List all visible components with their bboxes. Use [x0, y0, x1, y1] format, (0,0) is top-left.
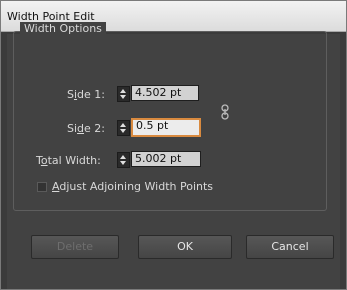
side1-label: Side 1: [67, 88, 105, 101]
side2-input[interactable]: 0.5 pt [131, 118, 201, 137]
stepper-down-icon[interactable] [120, 129, 126, 133]
total-width-stepper[interactable] [117, 152, 130, 168]
total-width-input[interactable]: 5.002 pt [131, 151, 201, 167]
side1-label-suffix: de 1: [77, 88, 105, 101]
side2-label-suffix: e 2: [84, 122, 105, 135]
stepper-down-icon[interactable] [120, 161, 126, 165]
total-width-label-suffix: tal Width: [47, 154, 101, 167]
side2-label-prefix: Si [67, 122, 78, 135]
width-point-edit-dialog: Width Point Edit Width Options Side 1: 4… [0, 0, 347, 290]
stepper-up-icon[interactable] [120, 123, 126, 127]
adjust-adjoining-checkbox[interactable] [37, 182, 47, 192]
link-chain-icon[interactable] [219, 104, 231, 120]
stepper-down-icon[interactable] [120, 95, 126, 99]
side1-input[interactable]: 4.502 pt [131, 85, 199, 101]
side2-label: Side 2: [67, 122, 105, 135]
stepper-up-icon[interactable] [120, 89, 126, 93]
width-options-legend: Width Options [20, 22, 106, 35]
delete-button[interactable]: Delete [31, 235, 119, 259]
side2-label-accel: d [77, 122, 85, 135]
adjust-label-suffix: djust Adjoining Width Points [59, 180, 214, 193]
cancel-button[interactable]: Cancel [246, 235, 334, 259]
adjust-adjoining-label[interactable]: Adjust Adjoining Width Points [52, 180, 213, 193]
side1-stepper[interactable] [117, 86, 130, 102]
side1-label-prefix: S [67, 88, 74, 101]
total-width-label: Total Width: [36, 154, 101, 167]
side2-stepper[interactable] [117, 120, 130, 136]
total-width-label-accel: o [40, 154, 48, 167]
stepper-up-icon[interactable] [120, 155, 126, 159]
ok-button[interactable]: OK [138, 235, 232, 259]
